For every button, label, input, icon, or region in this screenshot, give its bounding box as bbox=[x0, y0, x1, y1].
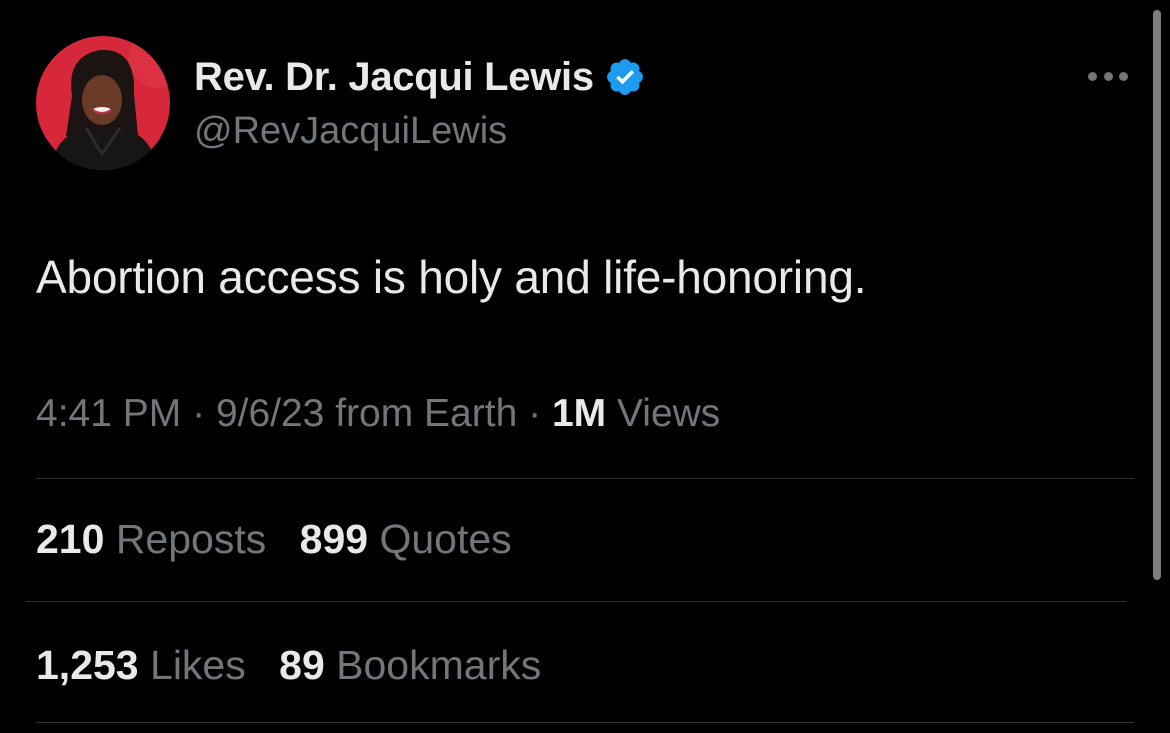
avatar-image bbox=[36, 36, 170, 170]
engagement-stats-row: 210 Reposts 899 Quotes bbox=[36, 516, 534, 563]
tweet-time[interactable]: 4:41 PM bbox=[36, 392, 181, 435]
quotes-stat[interactable]: 899 Quotes bbox=[300, 516, 512, 563]
views-count: 1M bbox=[551, 392, 607, 435]
verified-badge-icon[interactable] bbox=[604, 56, 646, 98]
more-options-icon[interactable] bbox=[1084, 58, 1132, 94]
bookmarks-stat[interactable]: 89 Bookmarks bbox=[279, 642, 541, 689]
scrollbar[interactable] bbox=[1153, 10, 1161, 580]
tweet-date-source: 9/6/23 from Earth bbox=[215, 392, 518, 435]
divider bbox=[26, 601, 1126, 602]
reposts-label: Reposts bbox=[115, 516, 267, 562]
tweet-detail: Rev. Dr. Jacqui Lewis @RevJacquiLewis Ab… bbox=[0, 0, 1170, 733]
more-dot bbox=[1088, 71, 1097, 81]
likes-stat[interactable]: 1,253 Likes bbox=[36, 642, 246, 689]
meta-separator: · bbox=[528, 392, 542, 435]
bookmarks-label: Bookmarks bbox=[336, 642, 542, 688]
meta-separator: · bbox=[192, 392, 206, 435]
author-handle[interactable]: @RevJacquiLewis bbox=[194, 110, 507, 153]
more-dot bbox=[1103, 71, 1113, 81]
display-name[interactable]: Rev. Dr. Jacqui Lewis bbox=[194, 55, 594, 100]
quotes-label: Quotes bbox=[379, 516, 512, 562]
tweet-text: Abortion access is holy and life-honorin… bbox=[36, 251, 867, 303]
more-dot bbox=[1119, 71, 1128, 81]
divider bbox=[36, 722, 1134, 723]
engagement-stats-row: 1,253 Likes 89 Bookmarks bbox=[36, 642, 563, 689]
avatar[interactable] bbox=[36, 36, 170, 170]
author-name-row: Rev. Dr. Jacqui Lewis bbox=[194, 52, 646, 102]
bookmarks-count: 89 bbox=[279, 642, 325, 688]
reposts-count: 210 bbox=[36, 516, 105, 562]
reposts-stat[interactable]: 210 Reposts bbox=[36, 516, 266, 563]
likes-count: 1,253 bbox=[36, 642, 139, 688]
quotes-count: 899 bbox=[299, 516, 369, 562]
divider bbox=[36, 478, 1134, 479]
likes-label: Likes bbox=[150, 642, 246, 688]
views-label: Views bbox=[616, 392, 721, 435]
tweet-meta: 4:41 PM · 9/6/23 from Earth · 1M Views bbox=[36, 392, 720, 436]
